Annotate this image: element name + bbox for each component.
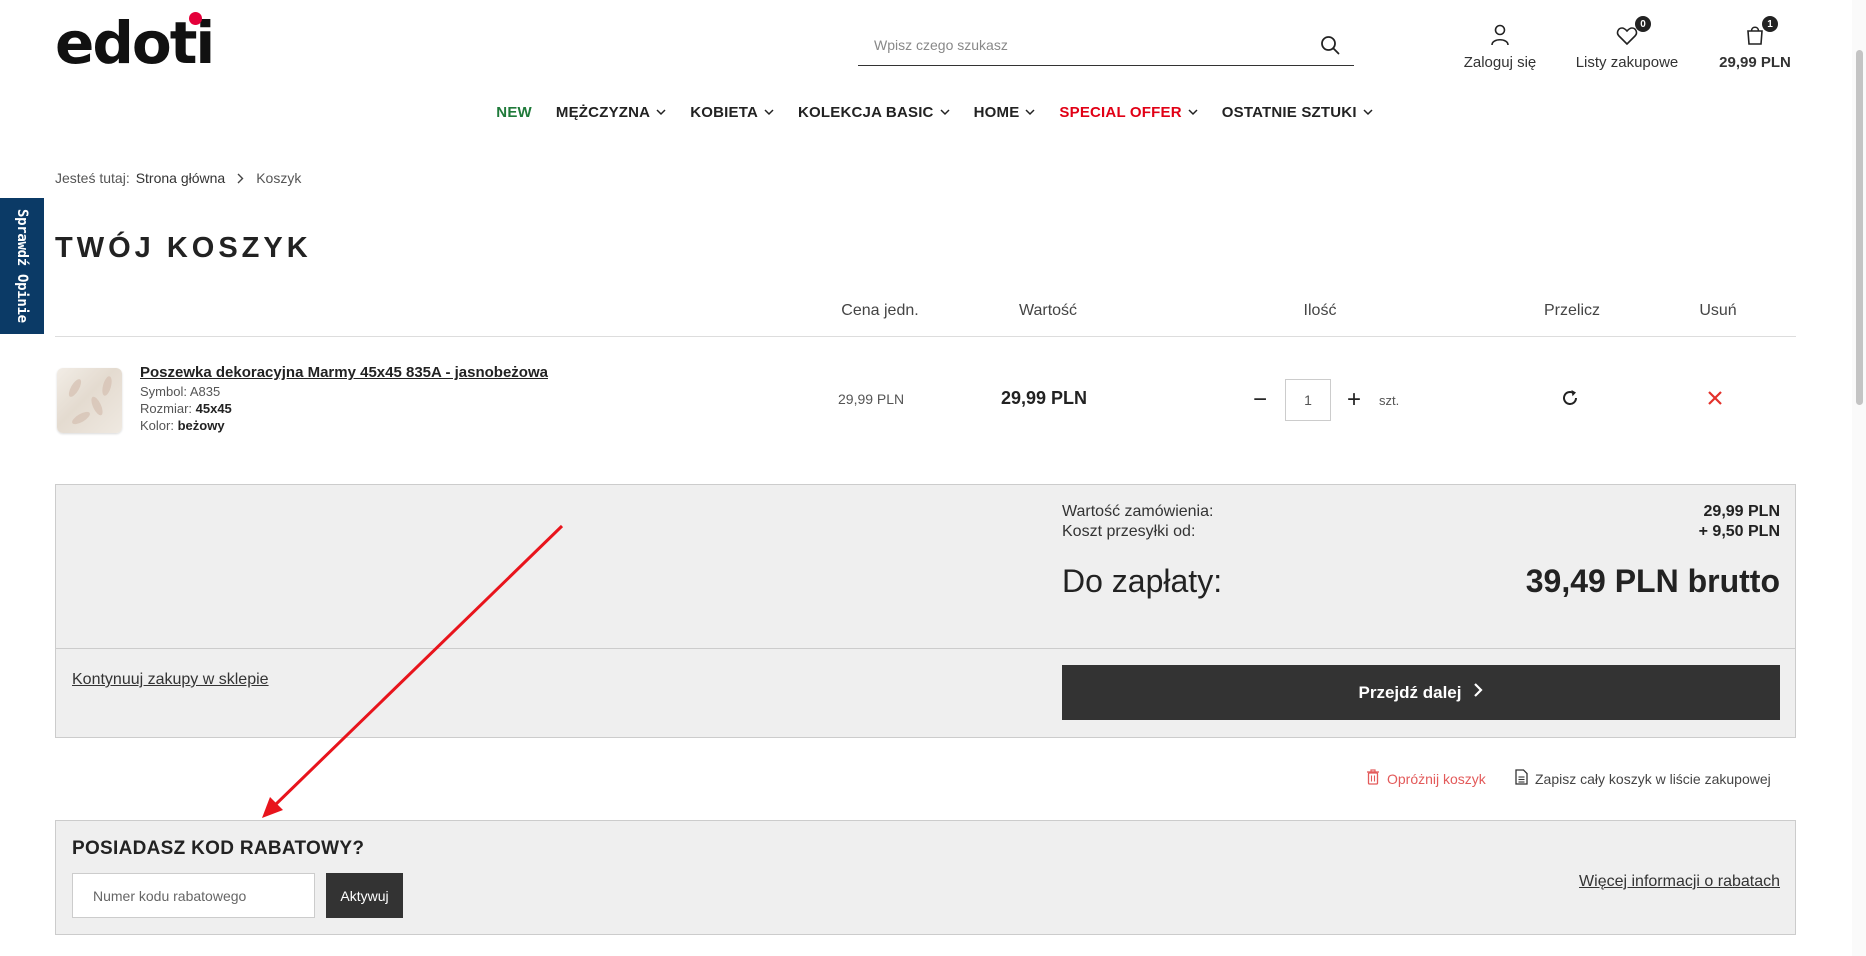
to-pay-value: 39,49 PLN brutto — [1525, 563, 1780, 599]
wishlist-label: Listy zakupowe — [1575, 54, 1679, 71]
order-value: 29,99 PLN — [1703, 503, 1780, 520]
product-name-link[interactable]: Poszewka dekoracyjna Marmy 45x45 835A - … — [140, 364, 548, 381]
nav-item-special-offer[interactable]: SPECIAL OFFER — [1059, 104, 1198, 121]
col-header-remove: Usuń — [1699, 302, 1737, 319]
scrollbar[interactable] — [1852, 0, 1866, 956]
side-tab-label: Sprawdź Opinie — [14, 209, 30, 323]
nav-label: KOLEKCJA BASIC — [798, 104, 934, 121]
shipping-value: + 9,50 PLN — [1698, 523, 1780, 540]
wishlist-link[interactable]: 0 Listy zakupowe — [1567, 16, 1687, 71]
user-icon — [1450, 18, 1550, 46]
chevron-right-icon — [237, 173, 244, 184]
discount-info-link[interactable]: Więcej informacji o rabatach — [1579, 873, 1780, 891]
cart-count-badge: 1 — [1762, 16, 1778, 32]
nav-label: NEW — [496, 104, 532, 121]
col-header-unit-price: Cena jedn. — [841, 302, 919, 319]
col-header-qty: Ilość — [1303, 302, 1337, 319]
cart-icon: 1 — [1710, 16, 1800, 46]
document-icon — [1515, 769, 1528, 788]
product-color: Kolor: beżowy — [140, 418, 225, 433]
qty-increase-button[interactable]: + — [1344, 388, 1364, 412]
wishlist-count-badge: 0 — [1635, 16, 1651, 32]
breadcrumb-prefix: Jesteś tutaj: — [55, 170, 130, 186]
proceed-button[interactable]: Przejdź dalej — [1062, 665, 1780, 720]
save-to-list-button[interactable]: Zapisz cały koszyk w liście zakupowej — [1515, 769, 1771, 788]
chevron-down-icon — [764, 109, 774, 116]
logo-dot — [189, 12, 202, 25]
symbol-label: Symbol: — [140, 384, 187, 399]
product-thumbnail[interactable] — [57, 368, 122, 433]
login-label: Zaloguj się — [1463, 54, 1537, 71]
nav-item-mezczyzna[interactable]: MĘŻCZYZNA — [556, 104, 666, 121]
nav-label: OSTATNIE SZTUKI — [1221, 104, 1357, 121]
thumb-pattern — [100, 375, 114, 397]
breadcrumb-current: Koszyk — [256, 170, 302, 186]
nav-item-kolekcja-basic[interactable]: KOLEKCJA BASIC — [798, 104, 950, 121]
chevron-right-icon — [1473, 682, 1484, 703]
reviews-side-tab[interactable]: Sprawdź Opinie — [0, 198, 44, 334]
qty-decrease-button[interactable]: − — [1250, 388, 1270, 412]
thumb-pattern — [66, 377, 84, 399]
proceed-label: Przejdź dalej — [1358, 682, 1462, 702]
continue-shopping-link[interactable]: Kontynuuj zakupy w sklepie — [72, 671, 269, 689]
col-header-recalc: Przelicz — [1543, 302, 1600, 319]
breadcrumb: Jesteś tutaj: Strona główna Koszyk — [55, 170, 301, 186]
nav-item-new[interactable]: NEW — [496, 104, 532, 121]
login-link[interactable]: Zaloguj się — [1450, 18, 1550, 71]
trash-icon — [1366, 769, 1380, 788]
nav-label: KOBIETA — [690, 104, 758, 121]
line-total: 29,99 PLN — [1001, 388, 1088, 408]
chevron-down-icon — [1188, 109, 1198, 116]
empty-cart-button[interactable]: Opróżnij koszyk — [1366, 769, 1486, 788]
product-symbol: Symbol: A835 — [140, 384, 220, 399]
breadcrumb-home-link[interactable]: Strona główna — [136, 170, 226, 186]
unit-price: 29,99 PLN — [838, 391, 905, 407]
shipping-label: Koszt przesyłki od: — [1062, 523, 1196, 540]
refresh-icon[interactable] — [1560, 388, 1580, 413]
nav-label: MĘŻCZYZNA — [555, 104, 651, 121]
nav-label: HOME — [973, 104, 1020, 121]
qty-unit: szt. — [1379, 393, 1400, 408]
order-value-label: Wartość zamówienia: — [1062, 503, 1214, 520]
scrollbar-thumb[interactable] — [1856, 50, 1863, 405]
chevron-down-icon — [656, 109, 666, 116]
size-label: Rozmiar: — [140, 401, 193, 416]
size-value: 45x45 — [195, 401, 232, 416]
main-nav: NEW MĘŻCZYZNA KOBIETA KOLEKCJA BASIC HOM… — [0, 104, 1866, 121]
nav-item-ostatnie-sztuki[interactable]: OSTATNIE SZTUKI — [1222, 104, 1373, 121]
search-bar — [858, 24, 1354, 66]
chevron-down-icon — [1363, 109, 1373, 116]
empty-cart-label: Opróżnij koszyk — [1387, 770, 1486, 787]
cart-total-label: 29,99 PLN — [1719, 54, 1791, 71]
col-header-value: Wartość — [1018, 302, 1078, 319]
coupon-title: POSIADASZ KOD RABATOWY? — [72, 838, 365, 859]
save-to-list-label: Zapisz cały koszyk w liście zakupowej — [1535, 770, 1771, 787]
divider — [55, 648, 1796, 649]
color-label: Kolor: — [140, 418, 174, 433]
cart-link[interactable]: 1 29,99 PLN — [1710, 16, 1800, 71]
heart-icon: 0 — [1567, 16, 1687, 46]
nav-label: SPECIAL OFFER — [1059, 104, 1182, 121]
to-pay-label: Do zapłaty: — [1062, 563, 1223, 599]
activate-coupon-button[interactable]: Aktywuj — [326, 873, 403, 918]
search-input[interactable] — [858, 24, 1314, 65]
divider — [55, 336, 1796, 337]
qty-input[interactable] — [1285, 379, 1331, 421]
search-icon[interactable] — [1314, 29, 1346, 61]
coupon-code-input[interactable] — [72, 873, 315, 918]
color-value: beżowy — [177, 418, 225, 433]
close-icon[interactable] — [1707, 390, 1723, 411]
page-title: TWÓJ KOSZYK — [55, 232, 312, 264]
chevron-down-icon — [940, 109, 950, 116]
product-size: Rozmiar: 45x45 — [140, 401, 232, 416]
symbol-value: A835 — [189, 384, 221, 399]
thumb-pattern — [70, 409, 92, 427]
nav-item-home[interactable]: HOME — [974, 104, 1036, 121]
chevron-down-icon — [1025, 109, 1035, 116]
thumb-pattern — [89, 395, 105, 417]
annotation-arrow — [262, 524, 564, 818]
nav-item-kobieta[interactable]: KOBIETA — [690, 104, 774, 121]
